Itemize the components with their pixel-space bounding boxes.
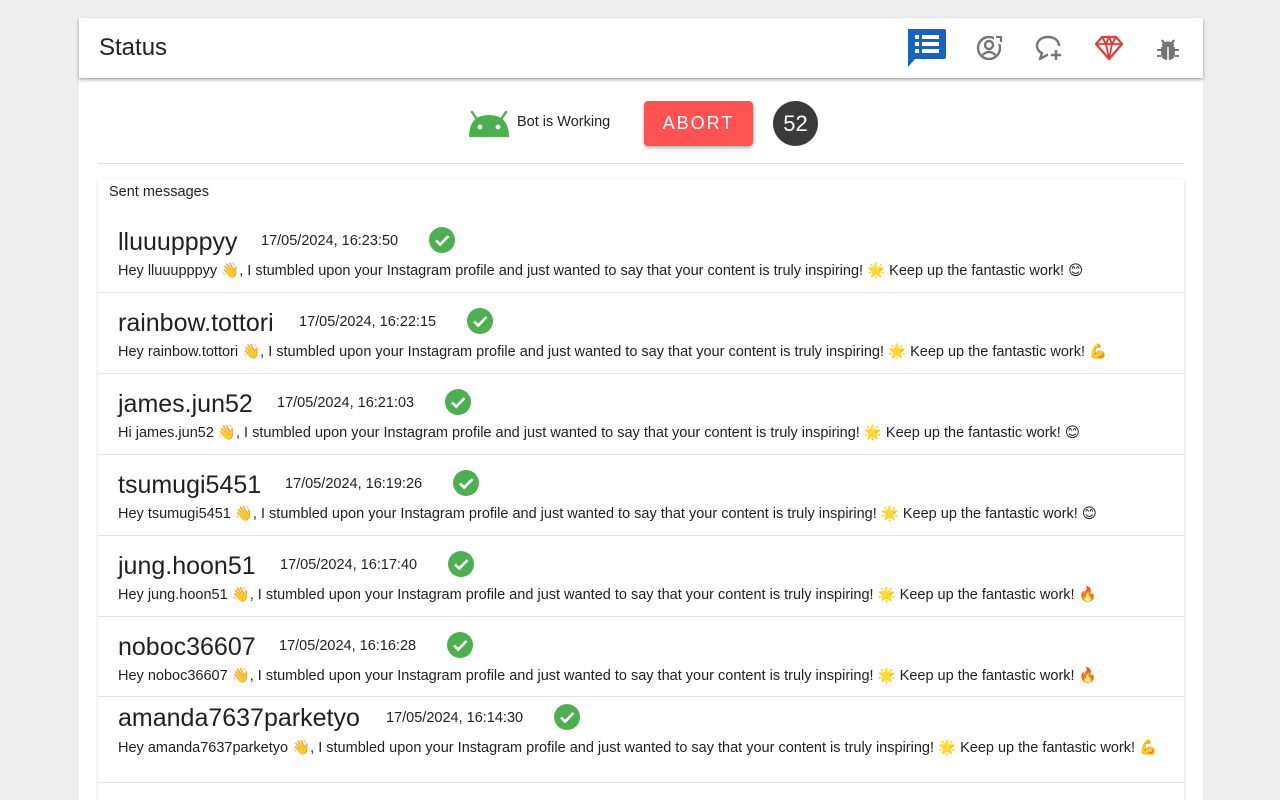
bot-status-row: Bot is Working ABORT 52: [79, 78, 1203, 164]
timestamp: 17/05/2024, 16:14:30: [386, 710, 524, 726]
timestamp: 17/05/2024, 16:17:40: [280, 557, 418, 573]
message-text: Hey jung.hoon51 👋, I stumbled upon your …: [118, 587, 1097, 603]
username: lluuupppyy: [118, 228, 238, 256]
check-circle-icon: [467, 308, 493, 334]
timestamp: 17/05/2024, 16:21:03: [277, 395, 415, 411]
bot-status-label: Bot is Working: [517, 114, 611, 130]
timestamp: 17/05/2024, 16:22:15: [299, 314, 437, 330]
timestamp: 17/05/2024, 16:16:28: [279, 638, 417, 654]
message-text: Hey lluuupppyy 👋, I stumbled upon your I…: [118, 263, 1084, 279]
chat-plus-icon[interactable]: [1032, 31, 1066, 65]
timestamp: 17/05/2024, 16:23:50: [261, 233, 399, 249]
android-icon: [469, 111, 509, 137]
sent-count-badge: 52: [773, 101, 818, 146]
app-header: Status: [79, 18, 1203, 78]
username: jung.hoon51: [118, 552, 256, 580]
diamond-icon[interactable]: [1092, 31, 1126, 65]
sent-messages-card: Sent messages lluuupppyy 17/05/2024, 16:…: [98, 179, 1184, 800]
username: noboc36607: [118, 633, 256, 661]
list-item: tsumugi5451 17/05/2024, 16:19:26 Hey tsu…: [98, 455, 1184, 536]
status-panel: Bot is Working ABORT 52 Sent messages ll…: [79, 78, 1203, 800]
username: rainbow.tottori: [118, 309, 274, 337]
username: amanda7637parketyo: [118, 704, 360, 732]
message-text: Hey noboc36607 👋, I stumbled upon your I…: [118, 668, 1097, 684]
list-item: noboc36607 17/05/2024, 16:16:28 Hey nobo…: [98, 617, 1184, 697]
username: james.jun52: [118, 390, 253, 418]
list-item: lluuupppyy 17/05/2024, 16:23:50 Hey lluu…: [98, 213, 1184, 293]
check-circle-icon: [453, 470, 479, 496]
message-text: Hi james.jun52 👋, I stumbled upon your I…: [118, 425, 1080, 441]
message-text: Hey tsumugi5451 👋, I stumbled upon your …: [118, 506, 1097, 522]
message-text: Hey amanda7637parketyo 👋, I stumbled upo…: [118, 740, 1158, 756]
username: tsumugi5451: [118, 471, 262, 499]
bug-icon[interactable]: [1151, 31, 1185, 65]
check-circle-icon: [445, 389, 471, 415]
check-circle-icon: [447, 632, 473, 658]
check-circle-icon: [429, 227, 455, 253]
account-sync-icon[interactable]: [972, 31, 1006, 65]
timestamp: 17/05/2024, 16:19:26: [285, 476, 423, 492]
check-circle-icon: [448, 551, 474, 577]
card-title: Sent messages: [109, 184, 209, 200]
header-toolbar: [79, 18, 1203, 78]
check-circle-icon: [554, 704, 580, 730]
list-item: amanda7637parketyo 17/05/2024, 16:14:30 …: [98, 697, 1184, 783]
abort-button[interactable]: ABORT: [644, 101, 753, 146]
divider: [98, 163, 1184, 164]
message-text: Hey rainbow.tottori 👋, I stumbled upon y…: [118, 344, 1108, 360]
list-item: rainbow.tottori 17/05/2024, 16:22:15 Hey…: [98, 293, 1184, 374]
list-item: james.jun52 17/05/2024, 16:21:03 Hi jame…: [98, 374, 1184, 455]
list-item: jung.hoon51 17/05/2024, 16:17:40 Hey jun…: [98, 536, 1184, 617]
list-chat-icon[interactable]: [905, 27, 947, 69]
